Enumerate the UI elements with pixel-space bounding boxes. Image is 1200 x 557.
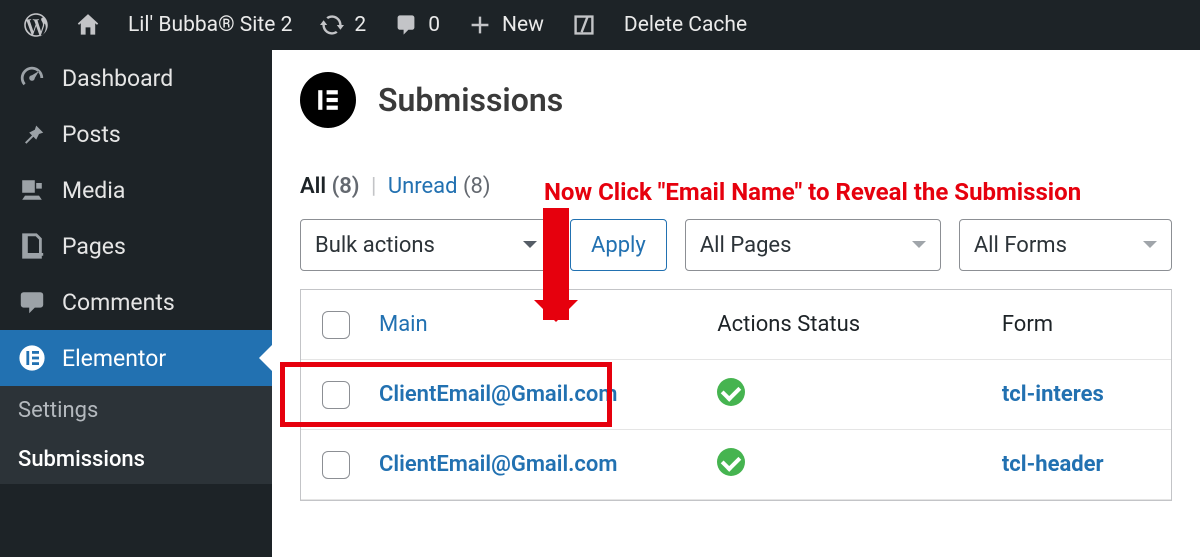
submenu-submissions[interactable]: Submissions (0, 435, 272, 484)
submissions-table: Main Actions Status Form ClientEmail@Gma… (300, 289, 1172, 501)
status-success-icon (717, 448, 745, 476)
plus-icon (468, 13, 492, 37)
filter-pages-select[interactable]: All Pages (685, 219, 941, 271)
sidebar-item-media[interactable]: Media (0, 162, 272, 218)
elementor-logo-icon (300, 72, 356, 128)
delete-cache-link[interactable]: Delete Cache (610, 0, 761, 50)
column-form: Form (1002, 312, 1053, 337)
comment-icon (18, 288, 46, 316)
bulk-actions-select[interactable]: Bulk actions (300, 219, 552, 271)
yoast-icon (572, 13, 596, 37)
gauge-icon (18, 64, 46, 92)
sidebar-item-elementor[interactable]: Elementor (0, 330, 272, 386)
media-icon (18, 176, 46, 204)
sidebar-item-label: Posts (62, 121, 121, 148)
updates-count: 2 (354, 13, 366, 37)
home-icon (76, 13, 100, 37)
new-content-link[interactable]: New (454, 0, 558, 50)
updates-link[interactable]: 2 (306, 0, 380, 50)
pages-icon (18, 232, 46, 260)
sidebar-item-label: Dashboard (62, 65, 173, 92)
chevron-down-icon (912, 241, 926, 255)
sidebar-item-comments[interactable]: Comments (0, 274, 272, 330)
select-all-checkbox[interactable] (322, 311, 350, 339)
content-area: Submissions All (8) | Unread (8) Bulk ac… (272, 50, 1200, 557)
column-main[interactable]: Main (379, 312, 428, 337)
filter-all[interactable]: All (8) (300, 174, 365, 199)
annotation-arrow-icon (543, 208, 569, 320)
yoast-link[interactable] (558, 0, 610, 50)
sidebar-submenu: Settings Submissions (0, 386, 272, 484)
sidebar-item-label: Media (62, 177, 125, 204)
row-checkbox[interactable] (322, 381, 350, 409)
pin-icon (18, 120, 46, 148)
table-header-row: Main Actions Status Form (301, 290, 1171, 360)
sidebar-item-pages[interactable]: Pages (0, 218, 272, 274)
form-link[interactable]: tcl-interes (1002, 382, 1104, 407)
actions-row: Bulk actions Apply All Pages All Forms (300, 219, 1172, 271)
row-checkbox[interactable] (322, 451, 350, 479)
sidebar-item-label: Comments (62, 289, 175, 316)
delete-cache-label: Delete Cache (624, 13, 747, 37)
admin-bar: Lil' Bubba® Site 2 2 0 New Delete Cache (0, 0, 1200, 50)
column-status: Actions Status (717, 312, 860, 337)
table-row: ClientEmail@Gmail.com tcl-interes (301, 360, 1171, 430)
table-row: ClientEmail@Gmail.com tcl-header (301, 430, 1171, 500)
page-title: Submissions (378, 81, 563, 119)
status-success-icon (717, 378, 745, 406)
new-label: New (502, 13, 544, 37)
elementor-icon (18, 344, 46, 372)
submission-link[interactable]: ClientEmail@Gmail.com (379, 382, 617, 407)
wordpress-icon (24, 13, 48, 37)
site-name-link[interactable]: Lil' Bubba® Site 2 (114, 0, 306, 50)
sidebar-item-posts[interactable]: Posts (0, 106, 272, 162)
comments-count: 0 (428, 13, 440, 37)
site-home[interactable] (62, 0, 114, 50)
form-link[interactable]: tcl-header (1002, 452, 1104, 477)
site-name-text: Lil' Bubba® Site 2 (128, 13, 292, 37)
annotation-text: Now Click "Email Name" to Reveal the Sub… (544, 178, 1081, 206)
chevron-down-icon (523, 241, 537, 255)
chevron-down-icon (1143, 241, 1157, 255)
refresh-icon (320, 13, 344, 37)
sidebar-item-label: Elementor (62, 345, 166, 372)
sidebar-item-dashboard[interactable]: Dashboard (0, 50, 272, 106)
submenu-settings[interactable]: Settings (0, 386, 272, 435)
filter-unread[interactable]: Unread (8) (388, 174, 491, 199)
comment-icon (394, 13, 418, 37)
submission-link[interactable]: ClientEmail@Gmail.com (379, 452, 617, 477)
wp-logo[interactable] (10, 0, 62, 50)
admin-sidebar: Dashboard Posts Media Pages Comments Ele… (0, 50, 272, 557)
filter-forms-select[interactable]: All Forms (959, 219, 1172, 271)
apply-button[interactable]: Apply (570, 219, 667, 271)
comments-link[interactable]: 0 (380, 0, 454, 50)
page-title-row: Submissions (300, 72, 1172, 128)
sidebar-item-label: Pages (62, 233, 126, 260)
